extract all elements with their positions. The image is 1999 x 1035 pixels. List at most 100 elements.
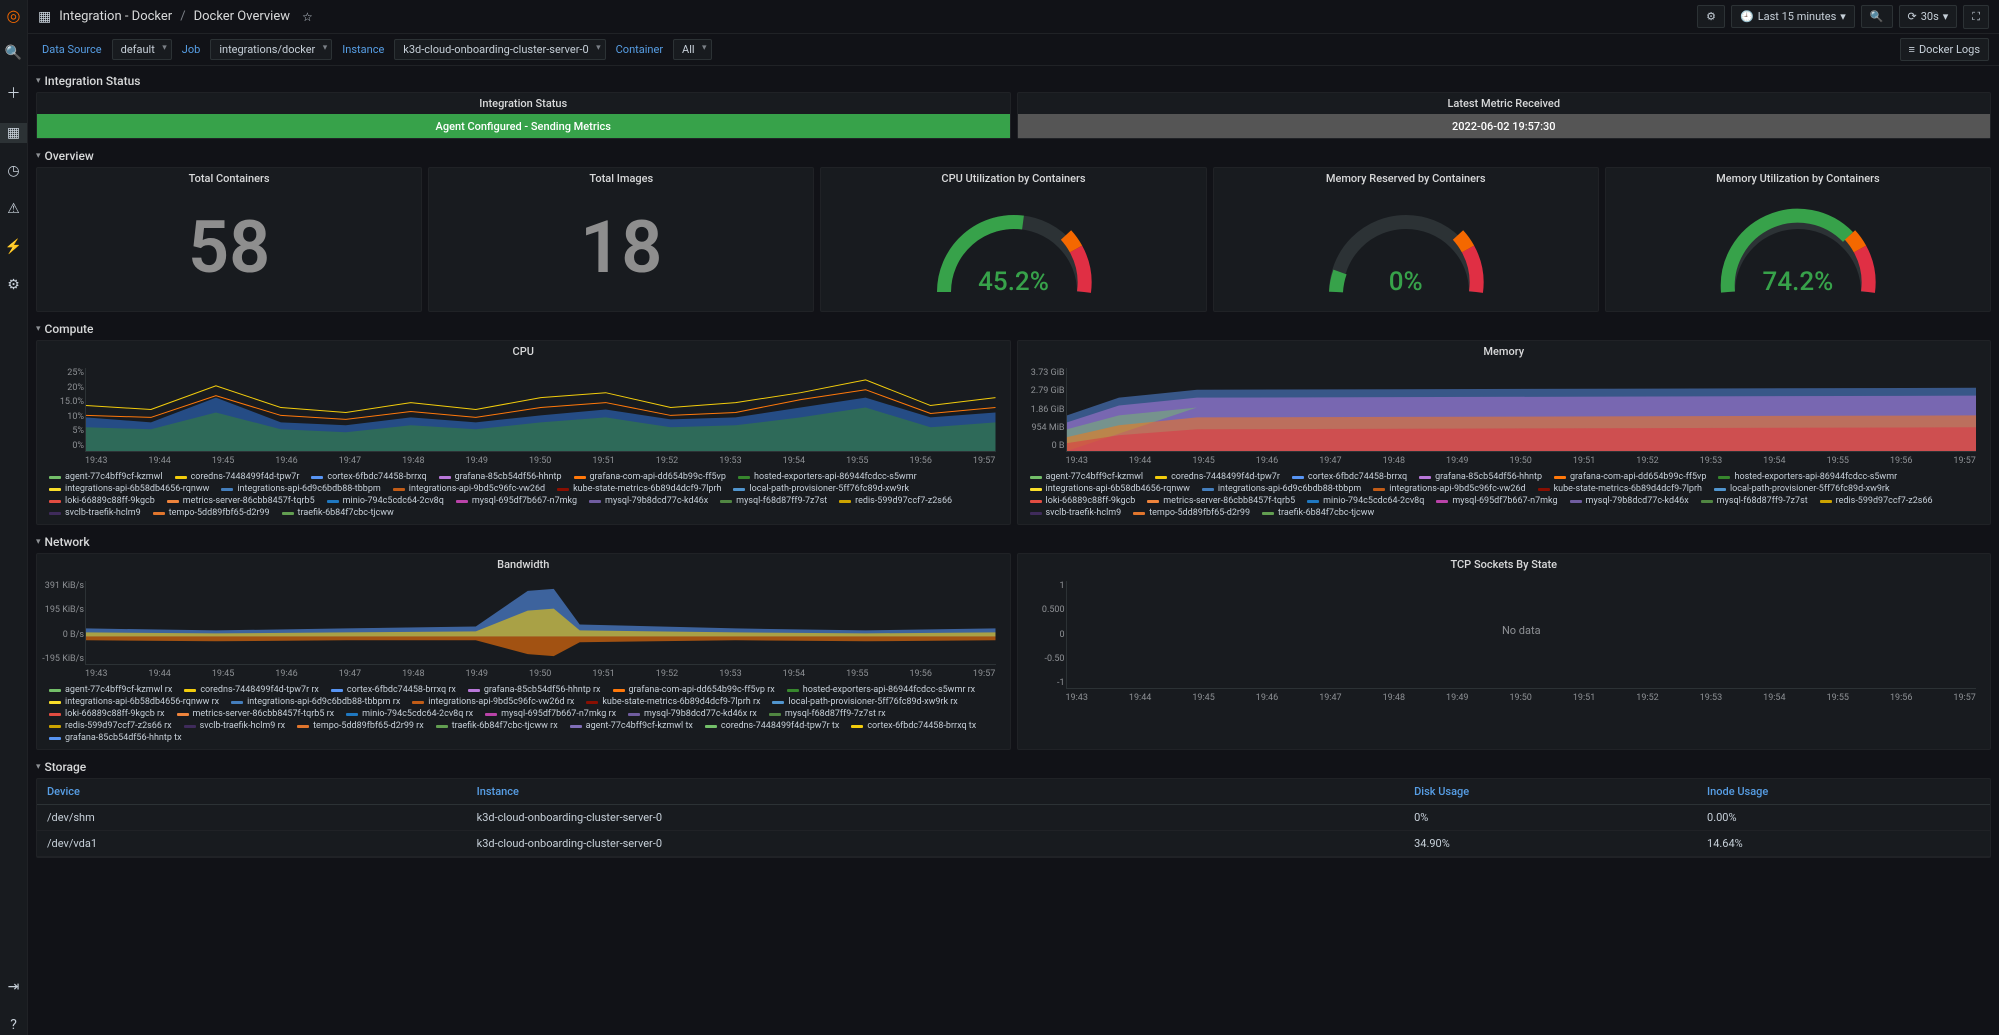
panel-integration-status[interactable]: Integration Status Agent Configured - Se… [36,92,1011,139]
var-container-select[interactable]: All [673,39,712,60]
legend-item[interactable]: grafana-com-api-dd654b99c-ff5vp [574,472,726,482]
share-icon[interactable]: ☆ [302,10,313,24]
legend-item[interactable]: integrations-api-9bd5c96fc-vw26d [1373,484,1525,494]
legend-item[interactable]: mysql-695df7b667-n7mkg [456,496,577,506]
panel-storage-table[interactable]: Device Instance Disk Usage Inode Usage /… [36,778,1991,858]
legend-item[interactable]: integrations-api-6d9c6bdb88-tbbpm [221,484,380,494]
legend-item[interactable]: loki-66889c88ff-9kgcb rx [49,709,165,719]
legend-item[interactable]: grafana-com-api-dd654b99c-ff5vp rx [613,685,775,695]
panel-memory-chart[interactable]: Memory 3.73 GiB2.79 GiB1.86 GiB954 MiB0 … [1017,340,1992,525]
legend-item[interactable]: redis-599d97ccf7-z2s66 [839,496,952,506]
refresh-button[interactable]: ⟳30s▾ [1899,5,1958,28]
panel-total-images[interactable]: Total Images 18 [428,167,814,312]
legend-item[interactable]: local-path-provisioner-5ff76fc89d-xw9rk … [772,697,957,707]
explore-icon[interactable]: ◷ [0,161,27,181]
breadcrumb-title[interactable]: Docker Overview [194,9,290,24]
legend-item[interactable]: cortex-6fbdc74458-brrxq [311,472,426,482]
legend-item[interactable]: mysql-695df7b667-n7mkg [1436,496,1557,506]
gear-icon[interactable]: ⚙ [0,275,27,295]
legend-item[interactable]: mysql-79b8dcd77c-kd46x rx [628,709,757,719]
legend-item[interactable]: kube-state-metrics-6b89d4dcf9-7lprh [1538,484,1702,494]
legend-item[interactable]: loki-66889c88ff-9kgcb [49,496,155,506]
legend-item[interactable]: cortex-6fbdc74458-brrxq rx [331,685,456,695]
legend-item[interactable]: minio-794c5cdc64-2cv8q [327,496,444,506]
legend-item[interactable]: mysql-695df7b667-n7mkg rx [485,709,616,719]
legend-item[interactable]: hosted-exporters-api-86944fcdcc-s5wmr [1718,472,1897,482]
legend-item[interactable]: tempo-5dd89fbf65-d2r99 [153,508,270,518]
legend-item[interactable]: grafana-85cb54df56-hhntp tx [49,733,182,743]
legend-item[interactable]: metrics-server-86cbb8457f-tqrb5 [167,496,315,506]
legend-item[interactable]: redis-599d97ccf7-z2s66 [1820,496,1933,506]
legend-item[interactable]: integrations-api-6b58db4656-rqnww [1030,484,1190,494]
legend-item[interactable]: integrations-api-6b58db4656-rqnww rx [49,697,219,707]
legend-item[interactable]: hosted-exporters-api-86944fcdcc-s5wmr [738,472,917,482]
panel-mem-util[interactable]: Memory Utilization by Containers 74.2% [1605,167,1991,312]
legend-item[interactable]: grafana-85cb54df56-hhntp rx [468,685,601,695]
legend-item[interactable]: coredns-7448499f4d-tpw7r rx [184,685,319,695]
legend-item[interactable]: kube-state-metrics-6b89d4dcf9-7lprh rx [586,697,760,707]
row-network[interactable]: ▾Network [36,531,1991,553]
legend-item[interactable]: integrations-api-6b58db4656-rqnww [49,484,209,494]
grafana-logo-icon[interactable]: ◎ [7,6,21,25]
legend-item[interactable]: mysql-f68d87ff9-7z7st [1701,496,1808,506]
legend-item[interactable]: minio-794c5cdc64-2cv8q [1307,496,1424,506]
row-compute[interactable]: ▾Compute [36,318,1991,340]
legend-item[interactable]: metrics-server-86cbb8457f-tqrb5 [1147,496,1295,506]
panel-cpu-util[interactable]: CPU Utilization by Containers 45.2% [820,167,1206,312]
row-storage[interactable]: ▾Storage [36,756,1991,778]
panel-tcp-chart[interactable]: TCP Sockets By State 10.5000-0.50-1 No d… [1017,553,1992,750]
legend-item[interactable]: grafana-85cb54df56-hhntp [1419,472,1542,482]
legend-item[interactable]: agent-77c4bff9cf-kzmwl [1030,472,1144,482]
legend-item[interactable]: grafana-85cb54df56-hhntp [439,472,562,482]
legend-item[interactable]: integrations-api-6d9c6bdb88-tbbpm rx [231,697,400,707]
legend-item[interactable]: integrations-api-6d9c6bdb88-tbbpm [1202,484,1361,494]
legend-item[interactable]: agent-77c4bff9cf-kzmwl tx [570,721,693,731]
legend-item[interactable]: local-path-provisioner-5ff76fc89d-xw9rk [733,484,909,494]
col-disk[interactable]: Disk Usage [1404,779,1697,805]
dashboards-icon[interactable]: ▦ [0,123,27,143]
breadcrumb-folder[interactable]: Integration - Docker [59,9,172,24]
legend-item[interactable]: cortex-6fbdc74458-brrxq tx [851,721,976,731]
legend-item[interactable]: minio-794c5cdc64-2cv8q rx [346,709,473,719]
legend-item[interactable]: svclb-traefik-hclm9 rx [184,721,285,731]
dashboards-breadcrumb-icon[interactable]: ▦ [38,9,51,25]
tv-mode-button[interactable]: ⛶ [1963,5,1989,29]
legend-item[interactable]: coredns-7448499f4d-tpw7r [1155,472,1280,482]
signout-icon[interactable]: ⇥ [0,977,27,997]
col-instance[interactable]: Instance [467,779,1404,805]
legend-item[interactable]: integrations-api-9bd5c96fc-vw26d [393,484,545,494]
var-instance-select[interactable]: k3d-cloud-onboarding-cluster-server-0 [394,39,605,60]
panel-mem-reserved[interactable]: Memory Reserved by Containers 0% [1213,167,1599,312]
legend-item[interactable]: mysql-f68d87ff9-7z7st [720,496,827,506]
lightning-icon[interactable]: ⚡ [0,237,27,257]
legend-item[interactable]: coredns-7448499f4d-tpw7r [175,472,300,482]
bandwidth-legend[interactable]: agent-77c4bff9cf-kzmwl rxcoredns-7448499… [37,683,1010,749]
zoom-out-button[interactable]: 🔍 [1861,5,1893,28]
legend-item[interactable]: traefik-6b84f7cbc-tjcww rx [436,721,558,731]
panel-latest-metric[interactable]: Latest Metric Received 2022-06-02 19:57:… [1017,92,1992,139]
legend-item[interactable]: mysql-f68d87ff9-7z7st rx [769,709,886,719]
row-integration-status[interactable]: ▾Integration Status [36,70,1991,92]
table-row[interactable]: /dev/vda1k3d-cloud-onboarding-cluster-se… [37,831,1990,857]
table-row[interactable]: /dev/shmk3d-cloud-onboarding-cluster-ser… [37,805,1990,831]
panel-cpu-chart[interactable]: CPU 25%20%15.0%10%5%0% 19:4319:4419:4519… [36,340,1011,525]
alerting-icon[interactable]: ⚠ [0,199,27,219]
search-icon[interactable]: 🔍 [0,43,27,63]
legend-item[interactable]: svclb-traefik-hclm9 [1030,508,1122,518]
legend-item[interactable]: hosted-exporters-api-86944fcdcc-s5wmr rx [787,685,975,695]
help-icon[interactable]: ? [0,1015,27,1035]
col-inode[interactable]: Inode Usage [1697,779,1990,805]
legend-item[interactable]: redis-599d97ccf7-z2s66 rx [49,721,172,731]
legend-item[interactable]: traefik-6b84f7cbc-tjcww [1262,508,1374,518]
legend-item[interactable]: grafana-com-api-dd654b99c-ff5vp [1554,472,1706,482]
plus-icon[interactable]: ＋ [0,81,27,105]
legend-item[interactable]: kube-state-metrics-6b89d4dcf9-7lprh [557,484,721,494]
legend-item[interactable]: metrics-server-86cbb8457f-tqrb5 rx [177,709,335,719]
legend-item[interactable]: mysql-79b8dcd77c-kd46x [1570,496,1689,506]
legend-item[interactable]: svclb-traefik-hclm9 [49,508,141,518]
settings-button[interactable]: ⚙ [1697,5,1725,28]
legend-item[interactable]: cortex-6fbdc74458-brrxq [1292,472,1407,482]
legend-item[interactable]: loki-66889c88ff-9kgcb [1030,496,1136,506]
legend-item[interactable]: traefik-6b84f7cbc-tjcww [282,508,394,518]
time-range-button[interactable]: 🕘Last 15 minutes▾ [1731,5,1855,28]
